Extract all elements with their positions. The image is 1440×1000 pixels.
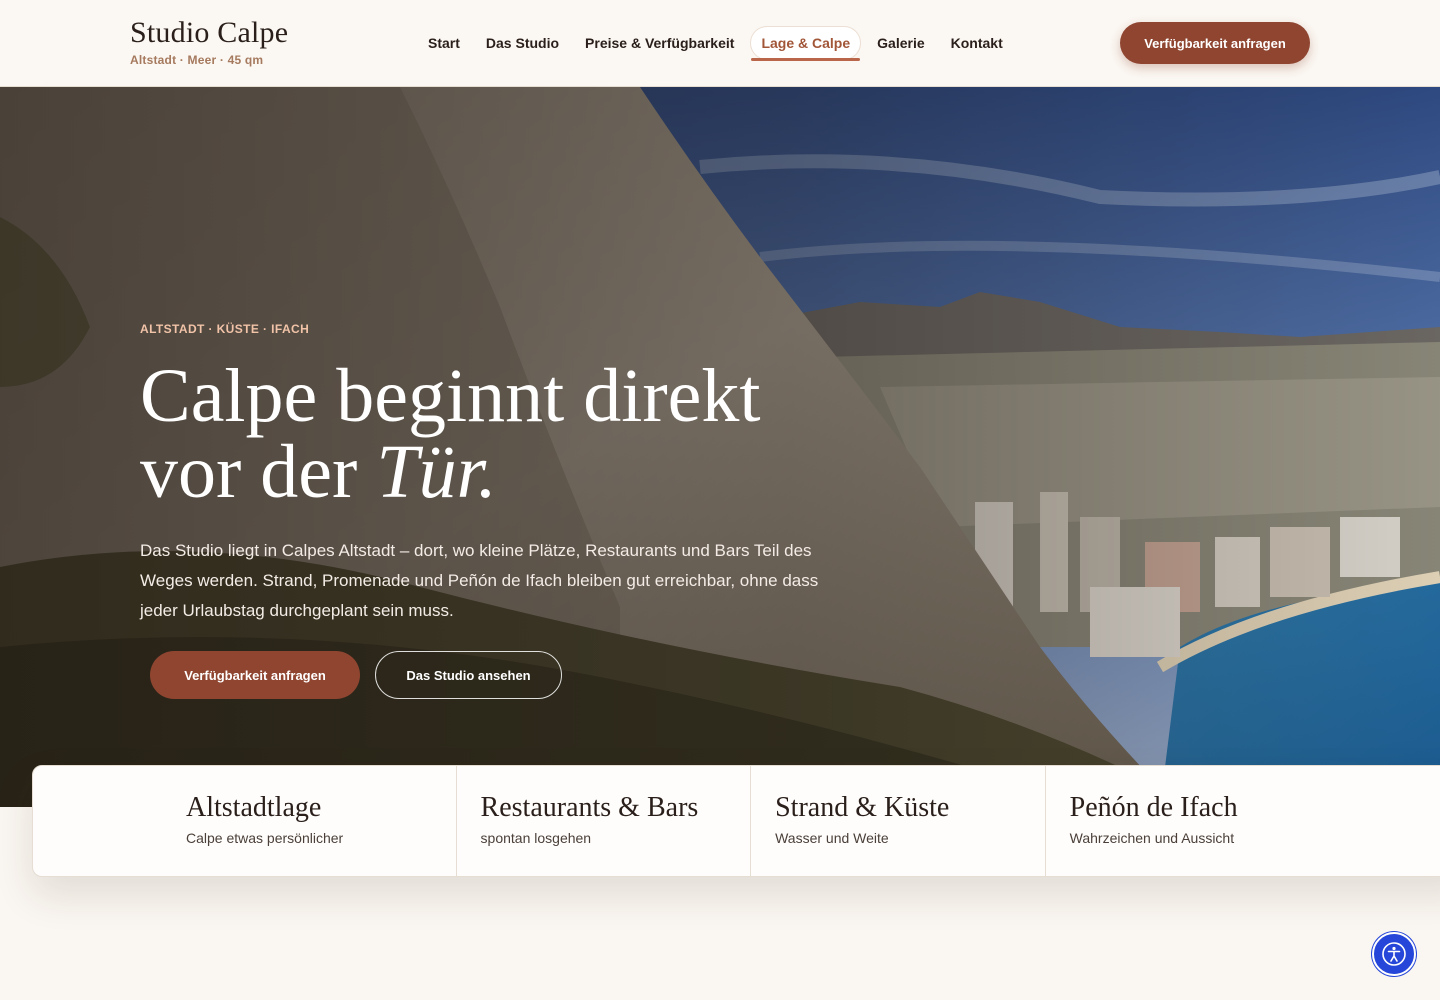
brand[interactable]: Studio Calpe Altstadt · Meer · 45 qm — [130, 16, 288, 67]
hero-title: Calpe beginnt direkt vor der Tür. — [140, 358, 860, 510]
main-nav: Start Das Studio Preise & Verfügbarkeit … — [418, 26, 1019, 61]
hero-eyebrow: ALTSTADT · KÜSTE · IFACH — [140, 322, 310, 336]
brand-title: Studio Calpe — [130, 16, 289, 49]
hero-availability-button[interactable]: Verfügbarkeit anfragen — [150, 651, 360, 699]
header-availability-button[interactable]: Verfügbarkeit anfragen — [1120, 22, 1310, 64]
nav-item-galerie[interactable]: Galerie — [867, 27, 934, 59]
feature-restaurants-bars: Restaurants & Bars spontan losgehen — [457, 766, 752, 876]
hero-title-line1: Calpe beginnt direkt — [140, 354, 761, 438]
feature-title: Restaurants & Bars — [480, 792, 699, 823]
site-header: Studio Calpe Altstadt · Meer · 45 qm Sta… — [0, 0, 1440, 87]
accessibility-button[interactable] — [1372, 932, 1416, 976]
feature-subtitle: spontan losgehen — [480, 830, 592, 846]
feature-strand-kueste: Strand & Küste Wasser und Weite — [751, 766, 1046, 876]
accessibility-icon — [1382, 942, 1406, 966]
hero-description: Das Studio liegt in Calpes Altstadt – do… — [140, 541, 819, 620]
hero-buttons: Verfügbarkeit anfragen Das Studio ansehe… — [150, 651, 562, 699]
feature-title: Altstadtlage — [186, 792, 322, 823]
hero-section: ALTSTADT · KÜSTE · IFACH Calpe beginnt d… — [0, 87, 1440, 807]
feature-altstadtlage: Altstadtlage Calpe etwas persönlicher — [33, 766, 457, 876]
feature-subtitle: Wahrzeichen und Aussicht — [1069, 830, 1235, 846]
hero-title-line2-italic: Tür. — [376, 430, 497, 514]
hero-content: ALTSTADT · KÜSTE · IFACH Calpe beginnt d… — [140, 322, 860, 626]
feature-title: Peñón de Ifach — [1069, 792, 1238, 823]
feature-penon-de-ifach: Peñón de Ifach Wahrzeichen und Aussicht — [1046, 766, 1440, 876]
nav-item-das-studio[interactable]: Das Studio — [476, 27, 569, 59]
hero-view-studio-button[interactable]: Das Studio ansehen — [375, 651, 562, 699]
feature-subtitle: Calpe etwas persönlicher — [186, 830, 344, 846]
nav-item-start[interactable]: Start — [418, 27, 470, 59]
nav-item-preise[interactable]: Preise & Verfügbarkeit — [575, 27, 744, 59]
feature-subtitle: Wasser und Weite — [775, 830, 889, 846]
hero-title-line2-prefix: vor der — [140, 430, 377, 514]
features-bar: Altstadtlage Calpe etwas persönlicher Re… — [32, 765, 1440, 877]
nav-item-kontakt[interactable]: Kontakt — [941, 27, 1013, 59]
nav-item-lage-calpe[interactable]: Lage & Calpe — [750, 26, 862, 61]
feature-title: Strand & Küste — [775, 792, 950, 823]
brand-subtitle: Altstadt · Meer · 45 qm — [130, 53, 264, 67]
